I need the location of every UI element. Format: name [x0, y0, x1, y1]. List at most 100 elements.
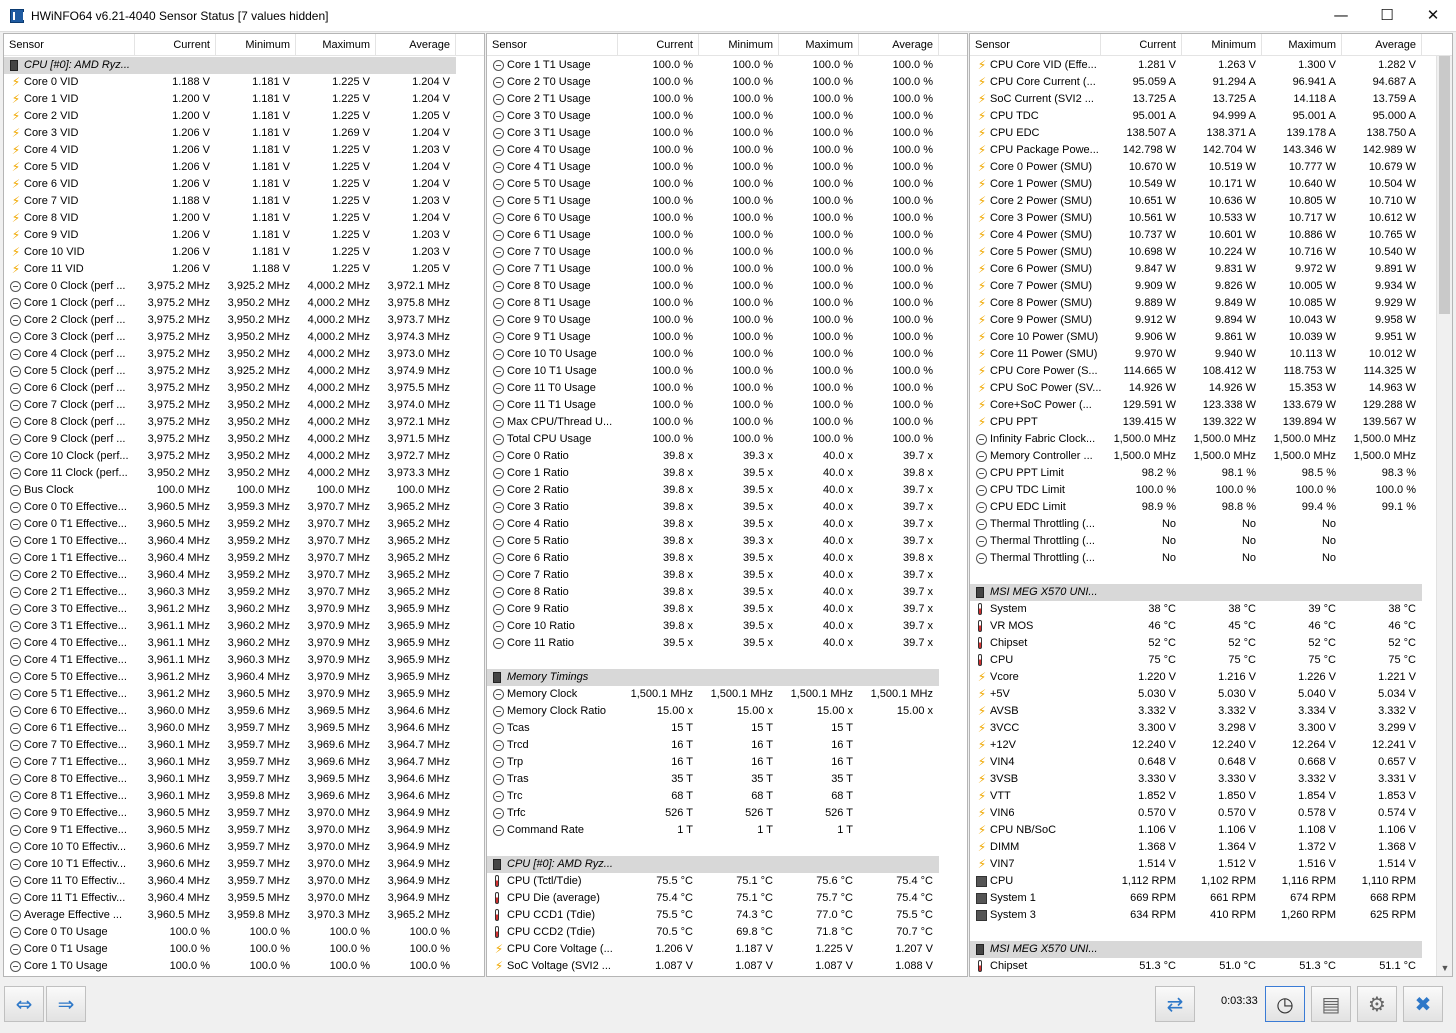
sensor-row[interactable]: Core 2 T1 Effective... 3,960.3 MHz 3,959.2…: [4, 584, 484, 601]
sensor-row[interactable]: ⚡ Core 0 Power (SMU) 10.670 W 10.519 W 10.77…: [970, 159, 1452, 176]
sensor-row[interactable]: ⚡ CPU TDC 95.001 A 94.999 A 95.001 A 95.000 A: [970, 108, 1452, 125]
sensor-row[interactable]: Core 8 T1 Usage 100.0 % 100.0 % 100.0 % 100.…: [487, 295, 967, 312]
sensor-row[interactable]: CPU TDC Limit 100.0 % 100.0 % 100.0 % 100.0 …: [970, 482, 1452, 499]
sensor-row[interactable]: ⚡ Core 5 VID 1.206 V 1.181 V 1.225 V 1.204 V: [4, 159, 484, 176]
sensor-row[interactable]: Average Effective ... 3,960.5 MHz 3,959.8 …: [4, 907, 484, 924]
sensor-row[interactable]: ⚡ Core 3 VID 1.206 V 1.181 V 1.269 V 1.204 V: [4, 125, 484, 142]
sensor-row[interactable]: ⚡ VIN6 0.570 V 0.570 V 0.578 V 0.574 V: [970, 805, 1452, 822]
sensor-row[interactable]: Thermal Throttling (... No No No: [970, 533, 1452, 550]
sensor-row[interactable]: ⚡ +5V 5.030 V 5.030 V 5.040 V 5.034 V: [970, 686, 1452, 703]
group-header-row[interactable]: Memory Timings: [487, 669, 939, 686]
sensor-row[interactable]: Core 3 T0 Usage 100.0 % 100.0 % 100.0 % 100.…: [487, 108, 967, 125]
sensor-row[interactable]: Memory Clock Ratio 15.00 x 15.00 x 15.00 x 1…: [487, 703, 967, 720]
column-header-maximum[interactable]: Maximum: [1262, 34, 1342, 56]
sensor-row[interactable]: Thermal Throttling (... No No No: [970, 516, 1452, 533]
sensor-row[interactable]: ⚡ Core 9 Power (SMU) 9.912 W 9.894 W 10.043 …: [970, 312, 1452, 329]
sensor-row[interactable]: ⚡ Core 4 Power (SMU) 10.737 W 10.601 W 10.88…: [970, 227, 1452, 244]
sensor-row[interactable]: Core 1 T1 Usage 100.0 % 100.0 % 100.0 % 100.…: [487, 57, 967, 74]
sensor-row[interactable]: CPU 75 °C 75 °C 75 °C 75 °C: [970, 652, 1452, 669]
sensor-row[interactable]: Core 5 Ratio 39.8 x 39.3 x 40.0 x 39.7 x: [487, 533, 967, 550]
sensor-row[interactable]: Core 9 Ratio 39.8 x 39.5 x 40.0 x 39.7 x: [487, 601, 967, 618]
sensor-row[interactable]: Core 9 T0 Effective... 3,960.5 MHz 3,959.7…: [4, 805, 484, 822]
sensor-row[interactable]: ⚡ Core 6 VID 1.206 V 1.181 V 1.225 V 1.204 V: [4, 176, 484, 193]
sensor-row[interactable]: ⚡ Core 6 Power (SMU) 9.847 W 9.831 W 9.972 W…: [970, 261, 1452, 278]
sensor-row[interactable]: ⚡ Core 10 Power (SMU) 9.906 W 9.861 W 10.039…: [970, 329, 1452, 346]
sensor-row[interactable]: ⚡ Core 7 Power (SMU) 9.909 W 9.826 W 10.005 …: [970, 278, 1452, 295]
sensor-row[interactable]: ⚡ CPU Core Voltage (... 1.206 V 1.187 V 1.22…: [487, 941, 967, 958]
sensor-row[interactable]: Core 2 T0 Effective... 3,960.4 MHz 3,959.2…: [4, 567, 484, 584]
sensor-row[interactable]: Core 4 Clock (perf ... 3,975.2 MHz 3,950.2…: [4, 346, 484, 363]
column-header-sensor[interactable]: Sensor: [4, 34, 135, 56]
sensor-row[interactable]: System 3 634 RPM 410 RPM 1,260 RPM 625 RPM: [970, 907, 1452, 924]
sensor-row[interactable]: Core 4 Ratio 39.8 x 39.5 x 40.0 x 39.7 x: [487, 516, 967, 533]
sensor-row[interactable]: CPU 1,112 RPM 1,102 RPM 1,116 RPM 1,110 RPM: [970, 873, 1452, 890]
sensor-row[interactable]: Core 0 T0 Usage 100.0 % 100.0 % 100.0 % 100.…: [4, 924, 484, 941]
sensor-row[interactable]: ⚡ CPU EDC 138.507 A 138.371 A 139.178 A 138.7…: [970, 125, 1452, 142]
group-header-row[interactable]: CPU [#0]: AMD Ryz...: [487, 856, 939, 873]
sensor-row[interactable]: ⚡ Core 10 VID 1.206 V 1.181 V 1.225 V 1.203 V: [4, 244, 484, 261]
sensor-row[interactable]: Core 1 T0 Effective... 3,960.4 MHz 3,959.2…: [4, 533, 484, 550]
sensor-row[interactable]: Core 1 T1 Effective... 3,960.4 MHz 3,959.2…: [4, 550, 484, 567]
sensor-row[interactable]: ⚡ Core 4 VID 1.206 V 1.181 V 1.225 V 1.203 V: [4, 142, 484, 159]
group-header-row[interactable]: CPU [#0]: AMD Ryz...: [4, 57, 456, 74]
sensor-row[interactable]: Core 7 T0 Effective... 3,960.1 MHz 3,959.7…: [4, 737, 484, 754]
sensor-row[interactable]: Core 10 T0 Effectiv... 3,960.6 MHz 3,959.7…: [4, 839, 484, 856]
sensor-row[interactable]: Core 7 Clock (perf ... 3,975.2 MHz 3,950.2…: [4, 397, 484, 414]
sensor-row[interactable]: Core 9 T1 Effective... 3,960.5 MHz 3,959.7…: [4, 822, 484, 839]
column-header-maximum[interactable]: Maximum: [779, 34, 859, 56]
sensor-row[interactable]: Core 2 T0 Usage 100.0 % 100.0 % 100.0 % 100.…: [487, 74, 967, 91]
sensor-row[interactable]: Core 10 T0 Usage 100.0 % 100.0 % 100.0 % 100…: [487, 346, 967, 363]
sensor-row[interactable]: Core 10 T1 Effectiv... 3,960.6 MHz 3,959.7…: [4, 856, 484, 873]
sensor-row[interactable]: Core 0 Ratio 39.8 x 39.3 x 40.0 x 39.7 x: [487, 448, 967, 465]
column-header-minimum[interactable]: Minimum: [699, 34, 779, 56]
sensor-row[interactable]: ⚡ CPU Core Current (... 95.059 A 91.294 A 96…: [970, 74, 1452, 91]
sensor-row[interactable]: CPU CCD1 (Tdie) 75.5 °C 74.3 °C 77.0 °C 75.5…: [487, 907, 967, 924]
sensor-row[interactable]: Core 0 T0 Effective... 3,960.5 MHz 3,959.3…: [4, 499, 484, 516]
sensor-row[interactable]: Chipset 52 °C 52 °C 52 °C 52 °C: [970, 635, 1452, 652]
column-header-average[interactable]: Average: [1342, 34, 1422, 56]
sensor-row[interactable]: Core 11 Ratio 39.5 x 39.5 x 40.0 x 39.7 x: [487, 635, 967, 652]
sensor-row[interactable]: Core 4 T0 Effective... 3,961.1 MHz 3,960.2…: [4, 635, 484, 652]
column-header-current[interactable]: Current: [1101, 34, 1182, 56]
sensor-row[interactable]: Core 6 T1 Usage 100.0 % 100.0 % 100.0 % 100.…: [487, 227, 967, 244]
column-header-minimum[interactable]: Minimum: [1182, 34, 1262, 56]
sensor-row[interactable]: Core 11 T1 Usage 100.0 % 100.0 % 100.0 % 100…: [487, 397, 967, 414]
sensor-row[interactable]: Core 3 T1 Usage 100.0 % 100.0 % 100.0 % 100.…: [487, 125, 967, 142]
sensor-row[interactable]: Core 5 T1 Effective... 3,961.2 MHz 3,960.5…: [4, 686, 484, 703]
report-button[interactable]: ▤: [1311, 986, 1351, 1022]
column-header-average[interactable]: Average: [859, 34, 939, 56]
sensor-panel-2[interactable]: Sensor Current Minimum Maximum Average Core 1…: [486, 33, 968, 977]
sensor-row[interactable]: ⚡ 3VCC 3.300 V 3.298 V 3.300 V 3.299 V: [970, 720, 1452, 737]
sensor-row[interactable]: Core 0 T1 Effective... 3,960.5 MHz 3,959.2…: [4, 516, 484, 533]
sensor-row[interactable]: Tras 35 T 35 T 35 T: [487, 771, 967, 788]
sensor-row[interactable]: ⚡ Core 1 VID 1.200 V 1.181 V 1.225 V 1.204 V: [4, 91, 484, 108]
sensor-row[interactable]: Core 0 Clock (perf ... 3,975.2 MHz 3,925.2…: [4, 278, 484, 295]
sensor-row[interactable]: Core 6 T1 Effective... 3,960.0 MHz 3,959.7…: [4, 720, 484, 737]
network-button[interactable]: ⇄: [1155, 986, 1195, 1022]
sensor-row[interactable]: Core 2 T1 Usage 100.0 % 100.0 % 100.0 % 100.…: [487, 91, 967, 108]
sensor-row[interactable]: Core 5 T0 Effective... 3,961.2 MHz 3,960.4…: [4, 669, 484, 686]
sensor-row[interactable]: CPU Die (average) 75.4 °C 75.1 °C 75.7 °C 75…: [487, 890, 967, 907]
sensor-row[interactable]: Core 5 T0 Usage 100.0 % 100.0 % 100.0 % 100.…: [487, 176, 967, 193]
settings-button[interactable]: ⚙: [1357, 986, 1397, 1022]
minimize-button[interactable]: —: [1318, 0, 1364, 32]
sensor-row[interactable]: ⚡ Core+SoC Power (... 129.591 W 123.338 W 13…: [970, 397, 1452, 414]
sensor-panel-3[interactable]: ▲ ▼ SensorCurrentMinimumMaximumAverage⚡C…: [969, 33, 1453, 977]
sensor-row[interactable]: Core 6 T0 Effective... 3,960.0 MHz 3,959.6…: [4, 703, 484, 720]
sensor-row[interactable]: Core 7 Ratio 39.8 x 39.5 x 40.0 x 39.7 x: [487, 567, 967, 584]
sensor-row[interactable]: Core 1 Clock (perf ... 3,975.2 MHz 3,950.2…: [4, 295, 484, 312]
sensor-row[interactable]: Thermal Throttling (... No No No: [970, 550, 1452, 567]
exit-button[interactable]: ✖: [1403, 986, 1443, 1022]
sensor-row[interactable]: Core 4 T1 Usage 100.0 % 100.0 % 100.0 % 100.…: [487, 159, 967, 176]
sensor-row[interactable]: Core 11 T1 Effectiv... 3,960.4 MHz 3,959.5…: [4, 890, 484, 907]
sensor-row[interactable]: Core 0 T1 Usage 100.0 % 100.0 % 100.0 % 100.…: [4, 941, 484, 958]
sensor-row[interactable]: Core 1 T0 Usage 100.0 % 100.0 % 100.0 % 100.…: [4, 958, 484, 975]
sensor-row[interactable]: CPU EDC Limit 98.9 % 98.8 % 99.4 % 99.1 %: [970, 499, 1452, 516]
sensor-row[interactable]: Command Rate 1 T 1 T 1 T: [487, 822, 967, 839]
sensor-row[interactable]: Memory Controller ... 1,500.0 MHz 1,500.0 …: [970, 448, 1452, 465]
sensor-row[interactable]: Bus Clock 100.0 MHz 100.0 MHz 100.0 MHz 100.…: [4, 482, 484, 499]
sensor-row[interactable]: Infinity Fabric Clock... 1,500.0 MHz 1,500…: [970, 431, 1452, 448]
sensor-row[interactable]: Core 1 Ratio 39.8 x 39.5 x 40.0 x 39.8 x: [487, 465, 967, 482]
sensor-row[interactable]: ⚡ CPU Package Powe... 142.798 W 142.704 W 14…: [970, 142, 1452, 159]
sensor-row[interactable]: Chipset 51.3 °C 51.0 °C 51.3 °C 51.1 °C: [970, 958, 1452, 975]
